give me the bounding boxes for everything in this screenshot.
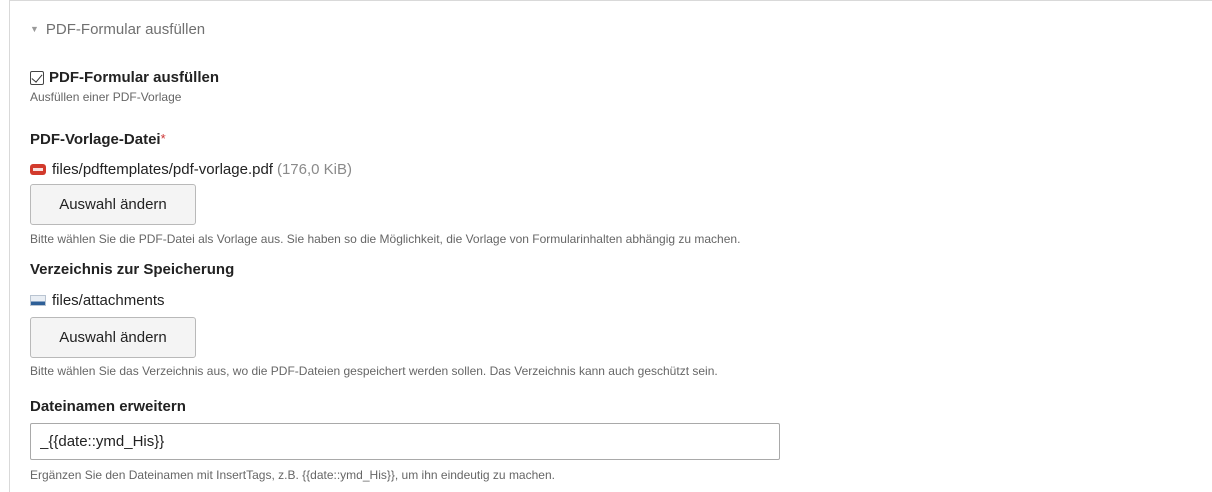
fieldset-panel: ▼ PDF-Formular ausfüllen PDF-Formular au… (9, 0, 1212, 492)
storage-dir-heading: Verzeichnis zur Speicherung (30, 261, 235, 278)
template-file-line: files/pdftemplates/pdf-vorlage.pdf (176,… (30, 161, 352, 178)
filename-extension-heading: Dateinamen erweitern (30, 398, 186, 415)
triangle-down-icon: ▼ (30, 23, 39, 34)
template-file-path: files/pdftemplates/pdf-vorlage.pdf (52, 161, 273, 178)
change-template-button[interactable]: Auswahl ändern (30, 184, 196, 225)
storage-dir-help: Bitte wählen Sie das Verzeichnis aus, wo… (30, 364, 718, 378)
folder-icon (30, 295, 46, 306)
template-file-label: PDF-Vorlage-Datei (30, 131, 161, 148)
fill-pdf-help: Ausfüllen einer PDF-Vorlage (30, 90, 182, 104)
change-directory-button[interactable]: Auswahl ändern (30, 317, 196, 358)
fill-pdf-checkbox-label[interactable]: PDF-Formular ausfüllen (49, 69, 219, 86)
storage-dir-line: files/attachments (30, 292, 165, 309)
template-file-size: (176,0 KiB) (276, 161, 353, 178)
template-file-help: Bitte wählen Sie die PDF-Datei als Vorla… (30, 232, 741, 246)
filename-extension-input[interactable] (30, 423, 780, 460)
filename-extension-help: Ergänzen Sie den Dateinamen mit InsertTa… (30, 468, 555, 482)
pdf-icon (30, 164, 46, 175)
fill-pdf-checkbox-row[interactable]: PDF-Formular ausfüllen (30, 69, 219, 86)
required-marker: * (160, 131, 166, 146)
template-file-heading: PDF-Vorlage-Datei* (30, 131, 166, 148)
fieldset-legend-label: PDF-Formular ausfüllen (45, 21, 206, 38)
storage-dir-path: files/attachments (52, 292, 165, 309)
fieldset-legend-toggle[interactable]: ▼ PDF-Formular ausfüllen (30, 21, 205, 38)
fill-pdf-checkbox[interactable] (30, 70, 44, 85)
